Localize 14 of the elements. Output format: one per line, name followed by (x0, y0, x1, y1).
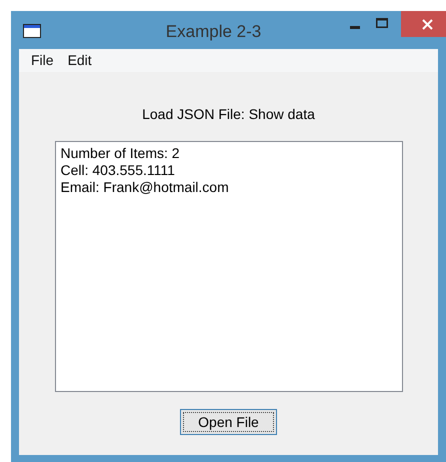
window-title: Example 2-3 (166, 21, 262, 44)
close-icon (422, 18, 433, 30)
text-line: Email: Frank@hotmail.com (60, 179, 230, 196)
text-line: Cell: 403.555.1111 (60, 162, 176, 179)
menu-item[interactable]: Edit (68, 50, 92, 71)
maximize-icon (376, 18, 388, 28)
open-file-button[interactable]: Open File (180, 409, 277, 435)
text-line: Number of Items: 2 (60, 145, 181, 162)
app-icon (23, 24, 41, 38)
heading-label: Load JSON File: Show data (142, 105, 315, 124)
close-button[interactable] (401, 11, 446, 37)
minimize-icon (350, 26, 360, 28)
menu-item[interactable]: File (31, 50, 54, 71)
text-area[interactable]: Number of Items: 2 Cell: 403.555.1111 Email: Frank@hotmail.com (54, 141, 402, 392)
